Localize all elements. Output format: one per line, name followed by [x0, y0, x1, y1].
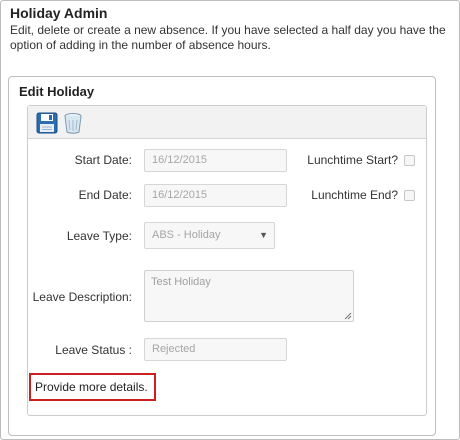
edit-holiday-form: Start Date: 16/12/2015 Lunchtime Start? …: [27, 105, 427, 416]
trash-bin-icon: [64, 113, 82, 134]
start-date-label: Start Date:: [74, 153, 132, 167]
holiday-admin-window: Holiday Admin Edit, delete or create a n…: [0, 0, 460, 440]
lunch-start-label: Lunchtime Start?: [307, 153, 398, 167]
leave-description-label: Leave Description:: [32, 290, 132, 304]
lunch-end-label: Lunchtime End?: [311, 188, 398, 202]
floppy-disk-icon: [36, 112, 58, 134]
resize-grip-icon[interactable]: [344, 312, 352, 320]
panel-title: Edit Holiday: [19, 84, 95, 99]
edit-holiday-panel: Edit Holiday Start Date: 16/12/2015 Lunc…: [8, 76, 436, 436]
page-title: Holiday Admin: [10, 5, 108, 21]
validation-message: Provide more details.: [29, 373, 156, 401]
save-button[interactable]: [35, 111, 59, 135]
toolbar: [28, 106, 426, 139]
leave-type-value: ABS - Holiday: [152, 229, 221, 241]
lunch-end-checkbox[interactable]: [404, 190, 415, 201]
leave-type-label: Leave Type:: [66, 229, 132, 243]
leave-description-textarea[interactable]: Test Holiday: [144, 270, 354, 322]
leave-status-label: Leave Status :: [55, 343, 132, 357]
leave-type-select[interactable]: ABS - Holiday ▼: [144, 222, 275, 249]
end-date-field[interactable]: 16/12/2015: [144, 184, 287, 207]
page-description: Edit, delete or create a new absence. If…: [10, 23, 446, 52]
end-date-label: End Date:: [78, 188, 132, 202]
start-date-field[interactable]: 16/12/2015: [144, 149, 287, 172]
lunch-start-checkbox[interactable]: [404, 155, 415, 166]
delete-button[interactable]: [61, 111, 85, 135]
leave-status-field[interactable]: Rejected: [144, 338, 287, 361]
chevron-down-icon: ▼: [259, 230, 268, 240]
leave-description-value: Test Holiday: [151, 276, 211, 288]
